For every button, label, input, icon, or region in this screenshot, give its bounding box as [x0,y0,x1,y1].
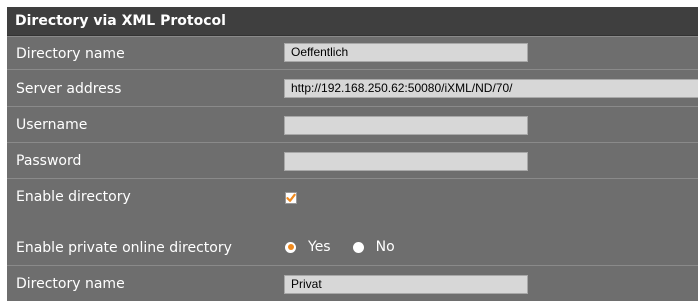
enable-directory-label: Enable directory [16,189,131,205]
directory-name-row: Directory name Oeffentlich [7,36,698,70]
private-directory-name-field[interactable]: Privat [284,275,528,294]
private-directory-name-row: Directory name Privat [7,265,698,302]
yes-radio[interactable] [285,241,296,253]
section-header: Directory via XML Protocol [7,7,698,36]
enable-private-label: Enable private online directory [16,239,232,256]
yes-radio-label: Yes [308,239,331,255]
xml-directory-panel: Directory via XML Protocol Directory nam… [7,7,698,301]
section-title: Directory via XML Protocol [15,13,226,29]
enable-private-row: Enable private online directory Yes No [7,230,698,265]
password-label: Password [16,153,82,169]
no-radio[interactable] [352,241,364,253]
server-address-label: Server address [16,80,122,97]
server-address-field[interactable]: http://192.168.250.62:50080/iXML/ND/70/ [284,79,698,98]
username-label: Username [16,117,88,133]
directory-name-label: Directory name [16,45,125,62]
password-row: Password [7,142,698,179]
username-field[interactable] [284,116,528,135]
enable-private-radio-group: Yes No [285,239,417,255]
directory-name-field[interactable]: Oeffentlich [284,43,528,62]
enable-directory-row: Enable directory [7,178,698,231]
private-directory-name-label: Directory name [16,276,125,292]
username-row: Username [7,106,698,143]
password-field[interactable] [284,152,528,171]
no-radio-label: No [375,239,395,255]
server-address-row: Server address http://192.168.250.62:500… [7,69,698,107]
checkmark-icon [286,193,296,202]
enable-directory-checkbox[interactable] [285,192,297,204]
